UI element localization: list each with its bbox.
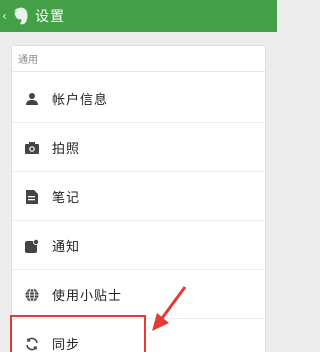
- highlight-box: [10, 315, 146, 352]
- settings-item-label: 通知: [52, 240, 81, 255]
- settings-card: 通用 帐户信息 拍照 笔记 通知 使用小贴士 同步: [12, 46, 265, 352]
- settings-item-tips[interactable]: 使用小贴士: [12, 270, 265, 319]
- pointer-arrow-icon: [152, 286, 187, 331]
- settings-item-account-info[interactable]: 帐户信息: [12, 74, 265, 123]
- notification-icon: [25, 238, 39, 253]
- section-header: 通用: [12, 46, 265, 72]
- settings-item-notes[interactable]: 笔记: [12, 172, 265, 221]
- settings-item-label: 笔记: [52, 191, 81, 206]
- person-icon: [25, 92, 39, 106]
- settings-item-notifications[interactable]: 通知: [12, 221, 265, 270]
- settings-item-label: 拍照: [52, 142, 81, 157]
- back-icon[interactable]: ‹: [2, 10, 10, 22]
- settings-item-label: 帐户信息: [52, 93, 109, 108]
- settings-item-camera[interactable]: 拍照: [12, 123, 265, 172]
- settings-item-label: 使用小贴士: [52, 289, 123, 304]
- camera-icon: [25, 141, 39, 155]
- note-icon: [25, 189, 39, 204]
- app-bar: ‹ 设置: [0, 0, 277, 32]
- page-title: 设置: [35, 9, 65, 25]
- globe-icon: [25, 287, 39, 302]
- evernote-logo-icon[interactable]: [12, 5, 30, 27]
